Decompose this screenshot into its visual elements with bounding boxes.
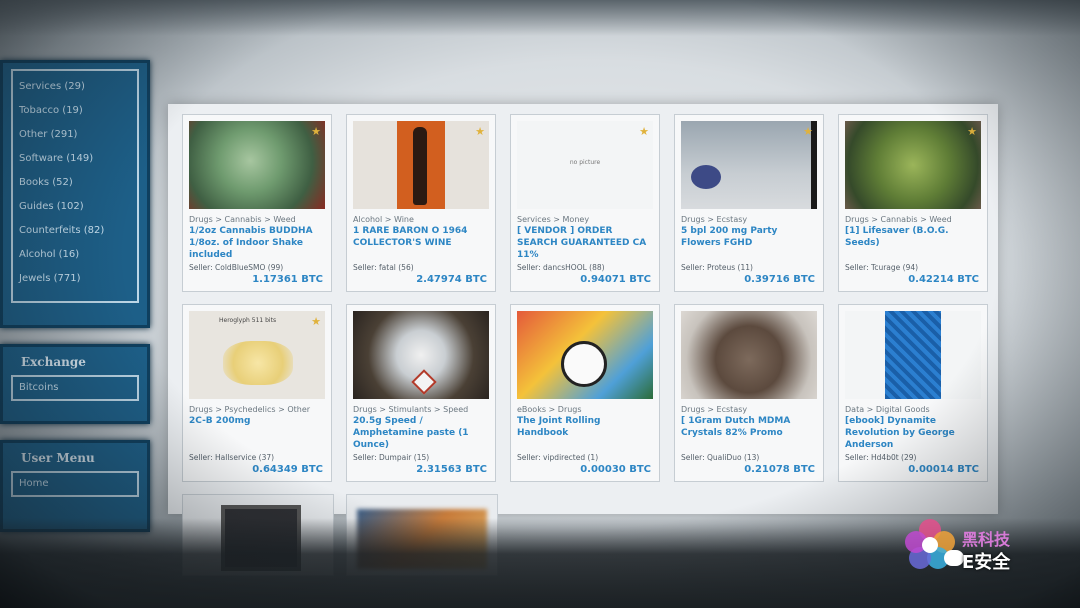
listing-thumbnail[interactable]: Heroglyph 511 bits ★ (189, 311, 325, 399)
listing-category[interactable]: eBooks > Drugs (517, 405, 653, 414)
listing-category[interactable]: Drugs > Ecstasy (681, 405, 817, 414)
listing-seller[interactable]: Seller: fatal (56) (353, 263, 489, 272)
listing-card[interactable]: ★ Drugs > Cannabis > Weed [1] Lifesaver … (838, 114, 988, 292)
category-list: Services (29) Tobacco (19) Other (291) S… (11, 69, 139, 303)
wechat-icon (944, 550, 964, 566)
no-picture-label: no picture (569, 159, 601, 166)
category-item[interactable]: Services (29) (19, 75, 131, 99)
listing-card[interactable]: Data > Digital Goods [ebook] Dynamite Re… (838, 304, 988, 482)
listing-title[interactable]: 1 RARE BARON O 1964 COLLECTOR'S WINE (353, 225, 489, 261)
listing-price: 0.42214 BTC (908, 274, 979, 285)
user-menu-title: User Menu (21, 451, 95, 465)
listing-thumbnail[interactable]: no picture ★ (517, 121, 653, 209)
listing-price: 0.64349 BTC (252, 464, 323, 475)
exchange-panel: Exchange Bitcoins (0, 344, 150, 424)
listing-seller[interactable]: Seller: Hallservice (37) (189, 453, 325, 462)
user-menu-home-link[interactable]: Home (11, 471, 139, 497)
crystal-image (223, 341, 293, 385)
listing-card[interactable]: Heroglyph 511 bits ★ Drugs > Psychedelic… (182, 304, 332, 482)
listing-price: 0.94071 BTC (580, 274, 651, 285)
listing-thumbnail[interactable]: ★ (189, 121, 325, 209)
star-icon: ★ (311, 315, 321, 328)
listing-card[interactable]: Drugs > Stimulants > Speed 20.5g Speed /… (346, 304, 496, 482)
listing-price: 2.47974 BTC (416, 274, 487, 285)
diamond-logo-icon (411, 369, 437, 395)
listing-title[interactable]: [ 1Gram Dutch MDMA Crystals 82% Promo (681, 415, 817, 451)
listing-category[interactable]: Drugs > Ecstasy (681, 215, 817, 224)
category-item[interactable]: Tobacco (19) (19, 99, 131, 123)
listing-title[interactable]: [ebook] Dynamite Revolution by George An… (845, 415, 981, 451)
top-shadow (0, 0, 1080, 36)
category-item[interactable]: Guides (102) (19, 195, 131, 219)
listing-price: 0.00030 BTC (580, 464, 651, 475)
listing-title[interactable]: 1/2oz Cannabis BUDDHA 1/8oz. of Indoor S… (189, 225, 325, 261)
listing-title[interactable]: 20.5g Speed / Amphetamine paste (1 Ounce… (353, 415, 489, 451)
exchange-link[interactable]: Bitcoins (11, 375, 139, 401)
thumb-caption: Heroglyph 511 bits (219, 317, 277, 324)
watermark: 黑科技 E安全 (890, 508, 1066, 588)
listing-seller[interactable]: Seller: QualiDuo (13) (681, 453, 817, 462)
category-item[interactable]: Jewels (771) (19, 267, 131, 291)
sidebar: Services (29) Tobacco (19) Other (291) S… (0, 60, 150, 548)
listing-card[interactable]: no picture ★ Services > Money [ VENDOR ]… (510, 114, 660, 292)
listing-card[interactable]: ★ Drugs > Cannabis > Weed 1/2oz Cannabis… (182, 114, 332, 292)
listing-grid: ★ Drugs > Cannabis > Weed 1/2oz Cannabis… (168, 104, 998, 514)
listing-seller[interactable]: Seller: dancsHOOL (88) (517, 263, 653, 272)
listing-category[interactable]: Drugs > Stimulants > Speed (353, 405, 489, 414)
watermark-line2: E安全 (962, 552, 1011, 573)
category-item[interactable]: Counterfeits (82) (19, 219, 131, 243)
bottle-icon (413, 127, 427, 205)
listing-title[interactable]: 5 bpl 200 mg Party Flowers FGHD (681, 225, 817, 261)
listing-category[interactable]: Drugs > Psychedelics > Other (189, 405, 325, 414)
category-item[interactable]: Other (291) (19, 123, 131, 147)
listing-seller[interactable]: Seller: Hd4b0t (29) (845, 453, 981, 462)
category-item[interactable]: Books (52) (19, 171, 131, 195)
pills-image (691, 165, 721, 189)
watermark-line1: 黑科技 (962, 530, 1011, 549)
listing-seller[interactable]: Seller: vipdirected (1) (517, 453, 653, 462)
cartoon-character-image (561, 341, 607, 387)
listing-seller[interactable]: Seller: ColdBlueSMO (99) (189, 263, 325, 272)
listing-thumbnail[interactable]: ★ (845, 121, 981, 209)
listing-card[interactable]: ★ Alcohol > Wine 1 RARE BARON O 1964 COL… (346, 114, 496, 292)
category-item[interactable]: Alcohol (16) (19, 243, 131, 267)
listing-title[interactable]: [ VENDOR ] ORDER SEARCH GUARANTEED CA 11… (517, 225, 653, 261)
listing-thumbnail[interactable]: ★ (681, 121, 817, 209)
listing-seller[interactable]: Seller: Dumpair (15) (353, 453, 489, 462)
book-cover-image (885, 311, 941, 399)
star-icon: ★ (967, 125, 977, 138)
listing-thumbnail[interactable]: ★ (353, 121, 489, 209)
star-icon: ★ (639, 125, 649, 138)
star-icon: ★ (475, 125, 485, 138)
listing-card[interactable]: eBooks > Drugs The Joint Rolling Handboo… (510, 304, 660, 482)
listing-price: 0.39716 BTC (744, 274, 815, 285)
listing-card[interactable]: ★ Drugs > Ecstasy 5 bpl 200 mg Party Flo… (674, 114, 824, 292)
listing-price: 2.31563 BTC (416, 464, 487, 475)
listing-title[interactable]: [1] Lifesaver (B.O.G. Seeds) (845, 225, 981, 261)
star-icon: ★ (311, 125, 321, 138)
listing-title[interactable]: 2C-B 200mg (189, 415, 325, 451)
listing-thumbnail[interactable] (845, 311, 981, 399)
listing-thumbnail[interactable] (353, 311, 489, 399)
exchange-title: Exchange (21, 355, 86, 369)
listing-category[interactable]: Data > Digital Goods (845, 405, 981, 414)
listing-card[interactable]: Drugs > Ecstasy [ 1Gram Dutch MDMA Cryst… (674, 304, 824, 482)
listing-category[interactable]: Services > Money (517, 215, 653, 224)
listing-price: 0.00014 BTC (908, 464, 979, 475)
listing-thumbnail[interactable] (517, 311, 653, 399)
star-icon: ★ (803, 125, 813, 138)
listing-thumbnail[interactable] (681, 311, 817, 399)
listing-price: 1.17361 BTC (252, 274, 323, 285)
listing-category[interactable]: Drugs > Cannabis > Weed (189, 215, 325, 224)
listing-price: 0.21078 BTC (744, 464, 815, 475)
listing-seller[interactable]: Seller: Tcurage (94) (845, 263, 981, 272)
listing-title[interactable]: The Joint Rolling Handbook (517, 415, 653, 451)
category-item[interactable]: Software (149) (19, 147, 131, 171)
listing-category[interactable]: Drugs > Cannabis > Weed (845, 215, 981, 224)
listing-seller[interactable]: Seller: Proteus (11) (681, 263, 817, 272)
listing-category[interactable]: Alcohol > Wine (353, 215, 489, 224)
category-menu: Services (29) Tobacco (19) Other (291) S… (0, 60, 150, 328)
